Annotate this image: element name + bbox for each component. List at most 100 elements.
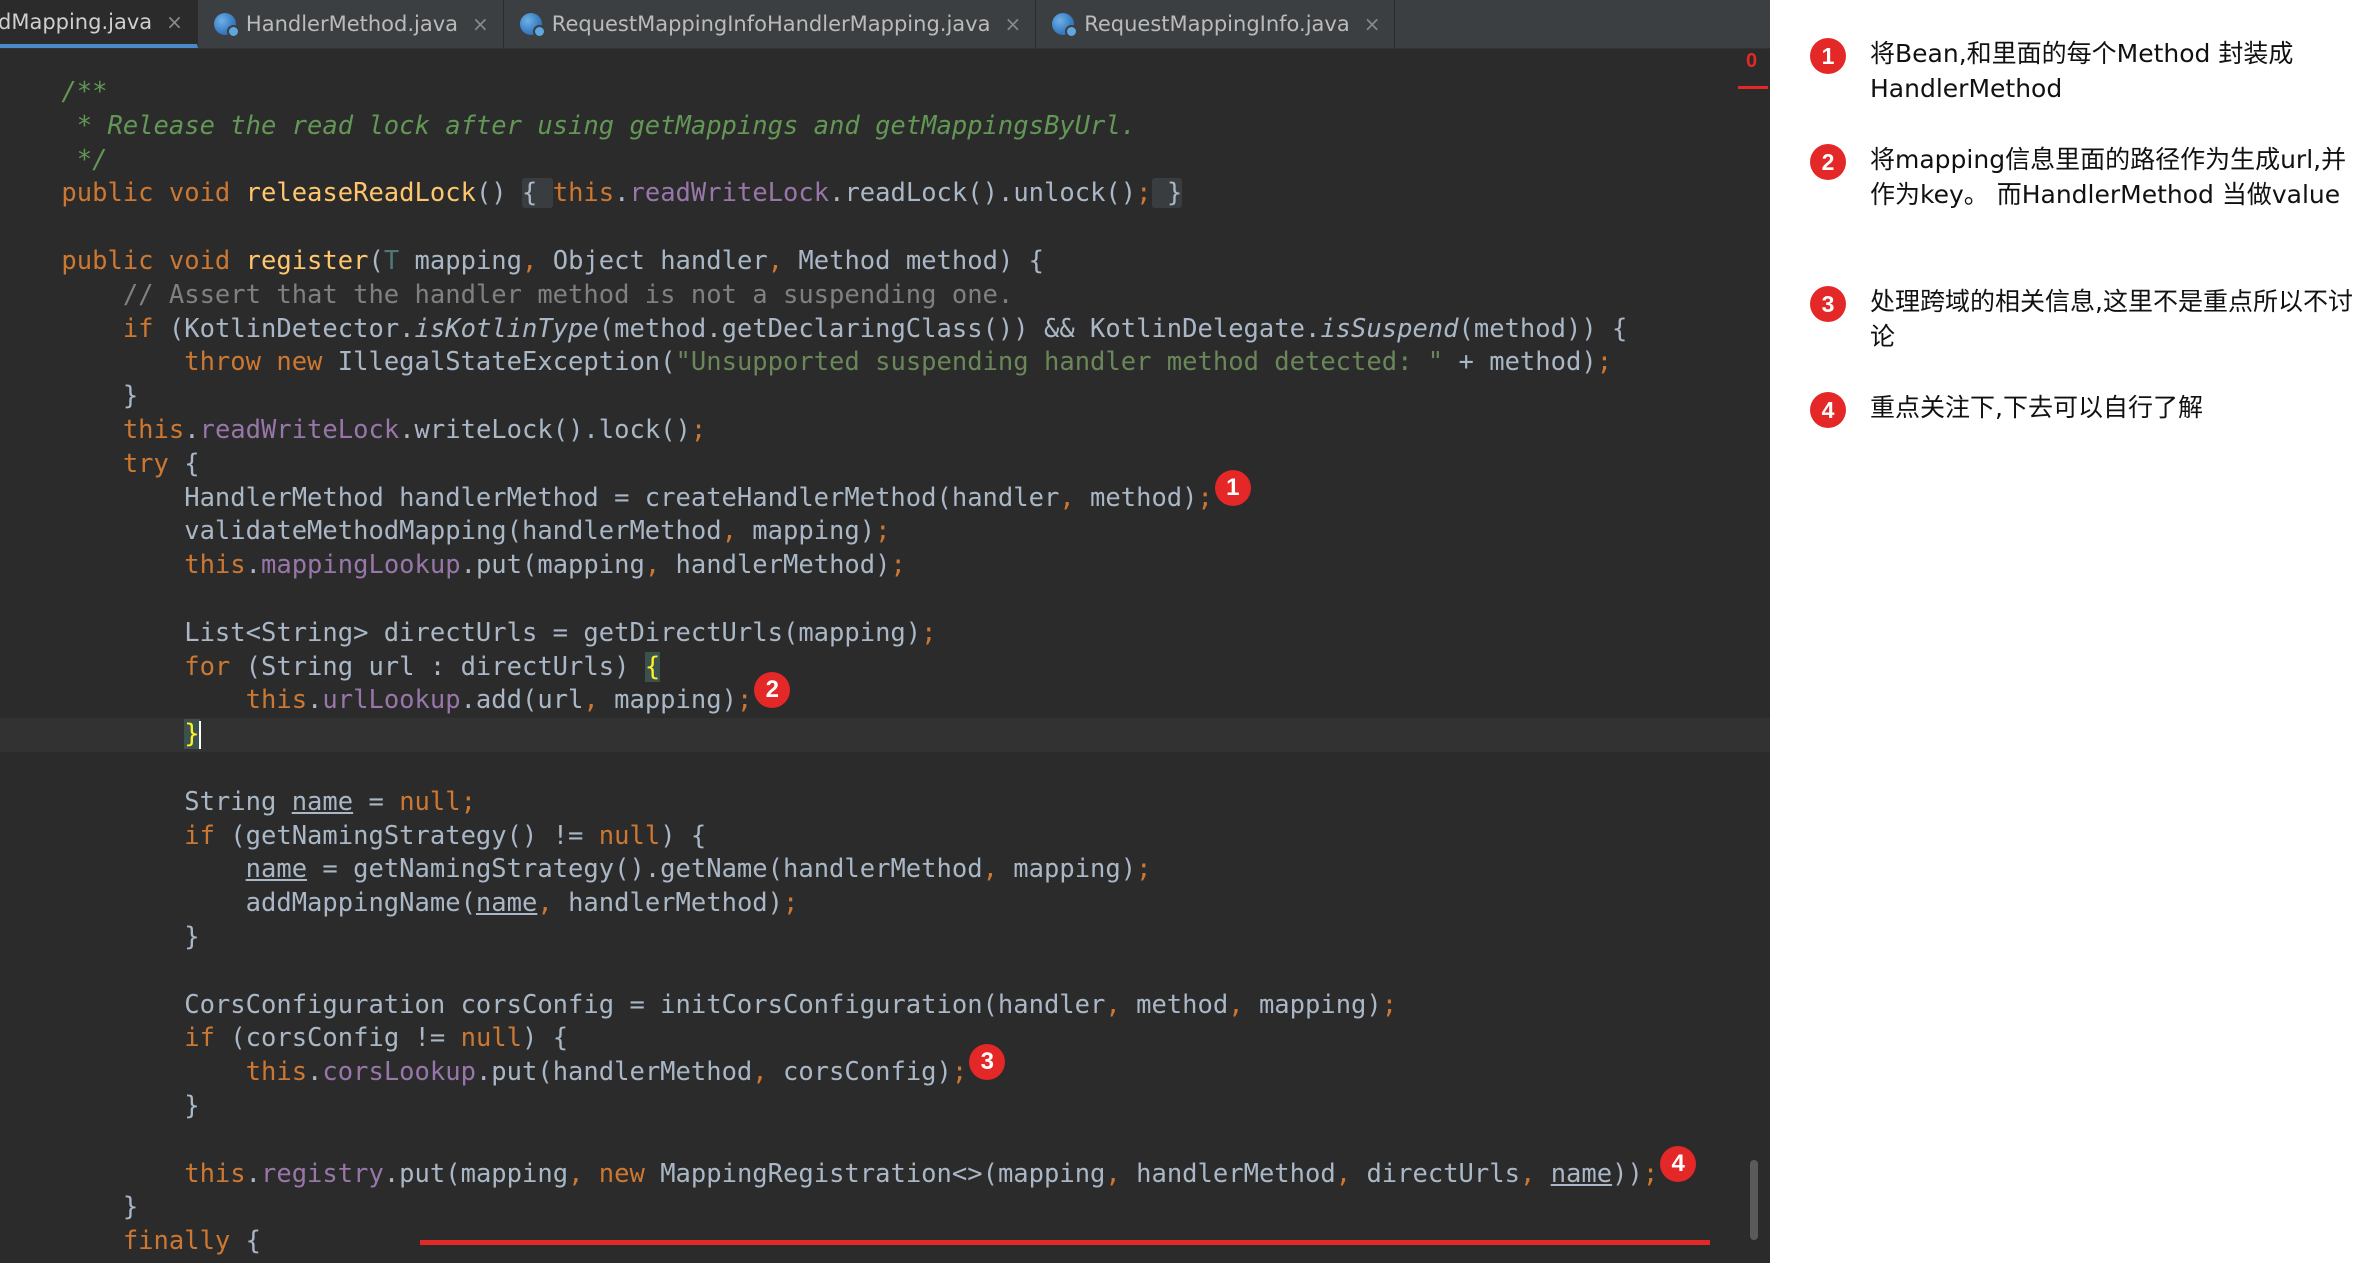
code-token: public void xyxy=(0,178,246,209)
tab-label: RequestMappingInfo.java xyxy=(1084,12,1350,36)
code-token: } xyxy=(0,1090,200,1121)
code-line[interactable]: HandlerMethod handlerMethod = createHand… xyxy=(0,469,1770,516)
editor-tab[interactable]: RequestMappingInfo.java × xyxy=(1036,0,1396,48)
code-token: .readLock().unlock() xyxy=(829,178,1137,209)
code-line[interactable]: if (getNamingStrategy() != null) { xyxy=(0,820,1770,854)
code-token: name xyxy=(291,786,354,817)
code-line[interactable]: } xyxy=(0,718,1770,752)
code-line[interactable] xyxy=(0,1124,1770,1158)
code-line[interactable]: validateMethodMapping(handlerMethod, map… xyxy=(0,515,1770,549)
code-token: releaseReadLock xyxy=(245,178,476,209)
close-icon[interactable]: × xyxy=(1004,12,1021,36)
code-token: , xyxy=(1105,989,1137,1020)
code-line[interactable]: } xyxy=(0,380,1770,414)
code-line[interactable] xyxy=(0,955,1770,989)
code-token: */ xyxy=(0,144,108,175)
code-line[interactable]: /** xyxy=(0,76,1770,110)
code-line[interactable]: this.corsLookup.put(handlerMethod, corsC… xyxy=(0,1044,1770,1090)
code-editor[interactable]: dMapping.java × HandlerMethod.java × Request… xyxy=(0,0,1770,1263)
code-token: , xyxy=(644,550,676,581)
code-line[interactable]: List<String> directUrls = getDirectUrls(… xyxy=(0,617,1770,651)
code-token: ; xyxy=(1197,482,1213,513)
close-icon[interactable]: × xyxy=(472,12,489,36)
code-line[interactable]: * Release the read lock after using getM… xyxy=(0,110,1770,144)
error-indicator[interactable]: 0 xyxy=(1746,50,1757,73)
code-line[interactable]: } xyxy=(0,1191,1770,1225)
code-token: mapping) xyxy=(614,685,737,716)
note-item: 2 将mapping信息里面的路径作为生成url,并作为key。 而Handler… xyxy=(1810,142,2355,212)
code-line[interactable] xyxy=(0,752,1770,786)
code-line[interactable]: public void register(T mapping, Object h… xyxy=(0,245,1770,279)
code-token: validateMethodMapping(handlerMethod xyxy=(0,516,722,547)
close-icon[interactable]: × xyxy=(1364,12,1381,36)
annotation-marker-3: 3 xyxy=(969,1044,1006,1081)
code-token: (corsConfig != xyxy=(230,1023,461,1054)
code-token: ; xyxy=(736,685,753,716)
code-line[interactable]: for (String url : directUrls) { xyxy=(0,651,1770,685)
code-token: , xyxy=(752,1057,783,1088)
code-token: register xyxy=(245,245,369,276)
code-token: (method)) { xyxy=(1458,313,1628,344)
code-token: , xyxy=(1335,1158,1367,1189)
code-line[interactable]: public void releaseReadLock() { this.rea… xyxy=(0,177,1770,211)
code-line[interactable]: this.mappingLookup.put(mapping, handlerM… xyxy=(0,549,1770,583)
code-token: this xyxy=(0,414,185,445)
code-token: (KotlinDetector. xyxy=(168,313,415,344)
code-line[interactable]: addMappingName(name, handlerMethod); xyxy=(0,887,1770,921)
code-token: handlerMethod) xyxy=(675,550,891,581)
code-token: ; xyxy=(875,516,891,547)
note-text: 将Bean,和里面的每个Method 封装成HandlerMethod xyxy=(1870,39,2294,103)
code-line[interactable]: */ xyxy=(0,144,1770,178)
note-number-badge: 4 xyxy=(1810,392,1846,428)
code-token: if xyxy=(0,820,231,851)
code-line[interactable]: this.registry.put(mapping, new MappingRe… xyxy=(0,1145,1770,1192)
code-token: corsLookup xyxy=(322,1057,476,1088)
code-token: if xyxy=(0,1023,231,1054)
code-token: , xyxy=(721,516,753,547)
code-token: for xyxy=(0,651,246,682)
code-token: . xyxy=(184,414,200,445)
code-token: } xyxy=(1151,178,1183,209)
code-line[interactable]: if (corsConfig != null) { xyxy=(0,1022,1770,1056)
code-token: = getNamingStrategy().getName(handlerMet… xyxy=(307,854,983,885)
editor-tab[interactable]: RequestMappingInfoHandlerMapping.java × xyxy=(504,0,1037,48)
code-token: ( xyxy=(368,245,384,276)
code-line[interactable]: try { xyxy=(0,448,1770,482)
editor-tab[interactable]: dMapping.java × xyxy=(0,0,198,48)
code-line[interactable]: this.readWriteLock.writeLock().lock(); xyxy=(0,414,1770,448)
code-token: null xyxy=(598,820,661,851)
code-token: + method) xyxy=(1443,347,1597,378)
code-token: public void xyxy=(0,245,246,276)
code-token: finally xyxy=(0,1226,246,1257)
code-token: .put(mapping xyxy=(383,1158,569,1189)
code-token: name xyxy=(245,854,308,885)
code-token: mapping xyxy=(399,245,523,276)
code-line[interactable] xyxy=(0,211,1770,245)
code-token: } xyxy=(0,921,200,952)
code-line[interactable]: this.urlLookup.add(url, mapping); 2 xyxy=(0,672,1770,718)
code-token: null; xyxy=(399,786,476,817)
code-token: isKotlinType xyxy=(414,313,599,344)
code-line[interactable]: } xyxy=(0,921,1770,955)
code-token: } xyxy=(0,1192,139,1223)
code-line[interactable]: } xyxy=(0,1090,1770,1124)
code-line[interactable]: // Assert that the handler method is not… xyxy=(0,279,1770,313)
code-line[interactable]: if (KotlinDetector.isKotlinType(method.g… xyxy=(0,313,1770,347)
tab-bar-filler xyxy=(1395,0,1770,48)
code-line[interactable]: String name = null; xyxy=(0,786,1770,820)
note-text: 将mapping信息里面的路径作为生成url,并作为key。 而HandlerM… xyxy=(1870,145,2347,209)
code-token: CorsConfiguration corsConfig = initCorsC… xyxy=(0,989,1106,1020)
code-area[interactable]: /** * Release the read lock after using … xyxy=(0,76,1770,1259)
code-line[interactable]: throw new IllegalStateException("Unsuppo… xyxy=(0,346,1770,380)
code-token: if xyxy=(0,313,169,344)
editor-tab[interactable]: HandlerMethod.java × xyxy=(198,0,504,48)
close-icon[interactable]: × xyxy=(166,10,183,34)
code-token: /** xyxy=(0,77,108,107)
code-line[interactable]: CorsConfiguration corsConfig = initCorsC… xyxy=(0,989,1770,1023)
scrollbar-thumb[interactable] xyxy=(1750,1160,1758,1240)
code-line[interactable]: name = getNamingStrategy().getName(handl… xyxy=(0,853,1770,887)
code-line[interactable] xyxy=(0,583,1770,617)
note-item: 4 重点关注下,下去可以自行了解 xyxy=(1810,390,2355,428)
code-token: .writeLock().lock() xyxy=(399,414,691,445)
code-token: ; xyxy=(690,414,707,445)
